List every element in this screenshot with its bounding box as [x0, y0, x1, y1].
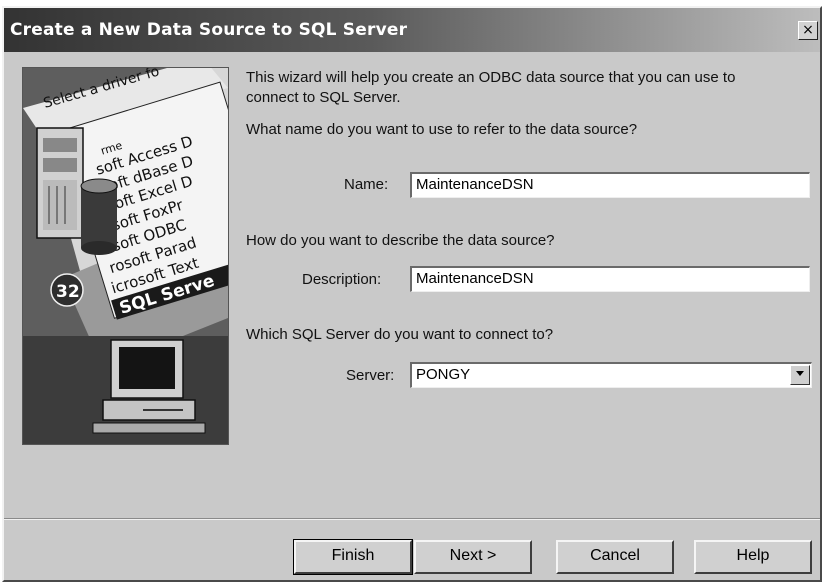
- name-input-value: MaintenanceDSN: [416, 176, 534, 193]
- cancel-button[interactable]: Cancel: [556, 540, 674, 574]
- server-dropdown-button[interactable]: [790, 365, 810, 385]
- next-button[interactable]: Next >: [414, 540, 532, 574]
- description-label: Description:: [302, 271, 382, 288]
- bitness-badge: 32: [56, 282, 80, 302]
- close-button[interactable]: ×: [798, 21, 818, 40]
- wizard-illustration-graphic: rme soft Access D soft dBase D soft Exce…: [23, 68, 228, 444]
- close-icon: ×: [802, 22, 814, 38]
- intro-line-2: connect to SQL Server.: [246, 89, 401, 106]
- server-select[interactable]: PONGY: [410, 362, 812, 388]
- chevron-down-icon: [796, 371, 804, 376]
- computer-monitor-icon: [23, 336, 228, 444]
- server-label: Server:: [346, 367, 395, 384]
- name-input[interactable]: MaintenanceDSN: [410, 172, 810, 198]
- wizard-illustration: rme soft Access D soft dBase D soft Exce…: [22, 67, 229, 445]
- server-tower-icon: [36, 127, 84, 239]
- finish-button[interactable]: Finish: [293, 539, 413, 575]
- description-input[interactable]: MaintenanceDSN: [410, 266, 810, 292]
- name-question: What name do you want to use to refer to…: [246, 121, 638, 138]
- intro-line-1: This wizard will help you create an ODBC…: [246, 69, 736, 86]
- description-input-value: MaintenanceDSN: [416, 270, 534, 287]
- database-cylinder-icon: [80, 178, 118, 255]
- server-question: Which SQL Server do you want to connect …: [246, 326, 554, 343]
- help-button[interactable]: Help: [694, 540, 812, 574]
- title-bar[interactable]: Create a New Data Source to SQL Server ×: [4, 8, 820, 52]
- intro-text: This wizard will help you create an ODBC…: [246, 68, 735, 108]
- description-question: How do you want to describe the data sou…: [246, 232, 555, 249]
- window-title: Create a New Data Source to SQL Server: [10, 20, 408, 40]
- name-label: Name:: [344, 176, 389, 193]
- server-select-value: PONGY: [416, 366, 471, 383]
- dialog-window: Create a New Data Source to SQL Server ×…: [2, 6, 822, 582]
- button-divider: [4, 518, 820, 520]
